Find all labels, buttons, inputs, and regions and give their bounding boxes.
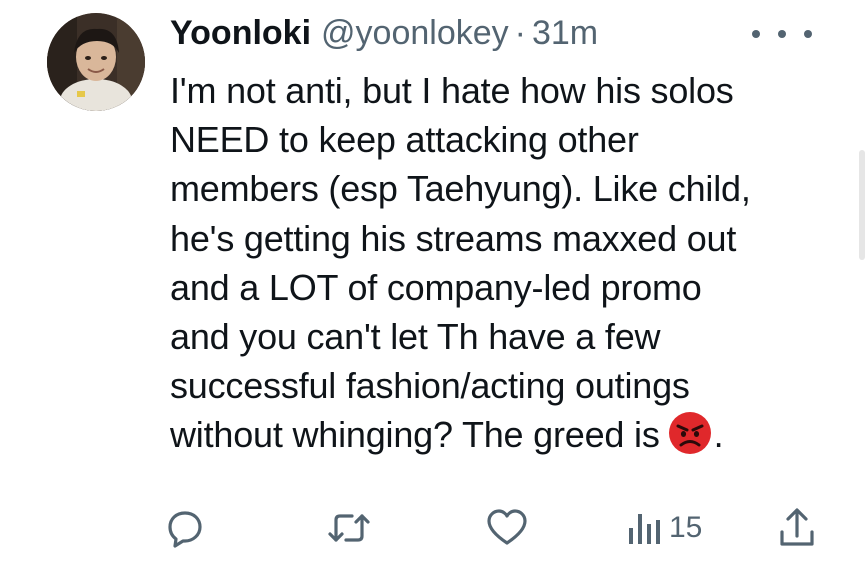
tweet-text-line: and a LOT of company-led promo [170,266,702,308]
tweet-header: Yoonloki @yoonlokey · 31m [170,14,598,58]
avatar[interactable] [47,13,145,111]
tweet-text-last-line: without whinging? The greed is . [170,410,850,459]
like-button[interactable] [485,500,529,556]
more-options-icon[interactable] [752,16,812,52]
views-button[interactable]: 15 [627,500,702,556]
tweet-text-line: successful fashion/acting outings [170,365,690,407]
scrollbar[interactable] [859,150,865,260]
views-count: 15 [669,511,703,544]
tweet-text-line: without whinging? The greed is [170,414,660,456]
tweet-text-line: members (esp Taehyung). Like child, [170,168,751,210]
more-dot [804,30,812,38]
tweet-text-line: he's getting his streams maxxed out [170,217,737,259]
angry-face-emoji-icon [668,411,712,455]
views-icon [629,514,660,544]
heart-icon [487,509,527,545]
header-separator: · [514,14,526,52]
tweet-text-line: NEED to keep attacking other [170,119,639,161]
retweet-button[interactable] [327,500,371,556]
tweet-text-line: and you can't let Th have a few [170,316,661,358]
action-bar: 15 [165,500,835,556]
reply-button[interactable] [165,500,205,556]
retweet-icon [328,514,370,542]
author-handle[interactable]: @yoonlokey [321,14,509,53]
avatar-photo [47,13,145,111]
tweet-text-period: . [713,414,724,456]
tweet-text: I'm not anti, but I hate how his solos N… [170,66,850,460]
share-button[interactable] [777,500,817,556]
more-dot [778,30,786,38]
tweet[interactable]: Yoonloki @yoonlokey · 31m I'm not anti, … [0,0,867,574]
more-dot [752,30,760,38]
reply-icon [168,511,202,548]
timestamp[interactable]: 31m [532,14,598,53]
tweet-text-line: I'm not anti, but I hate how his solos [170,70,734,111]
author-name[interactable]: Yoonloki [170,14,311,53]
share-icon [780,508,814,546]
